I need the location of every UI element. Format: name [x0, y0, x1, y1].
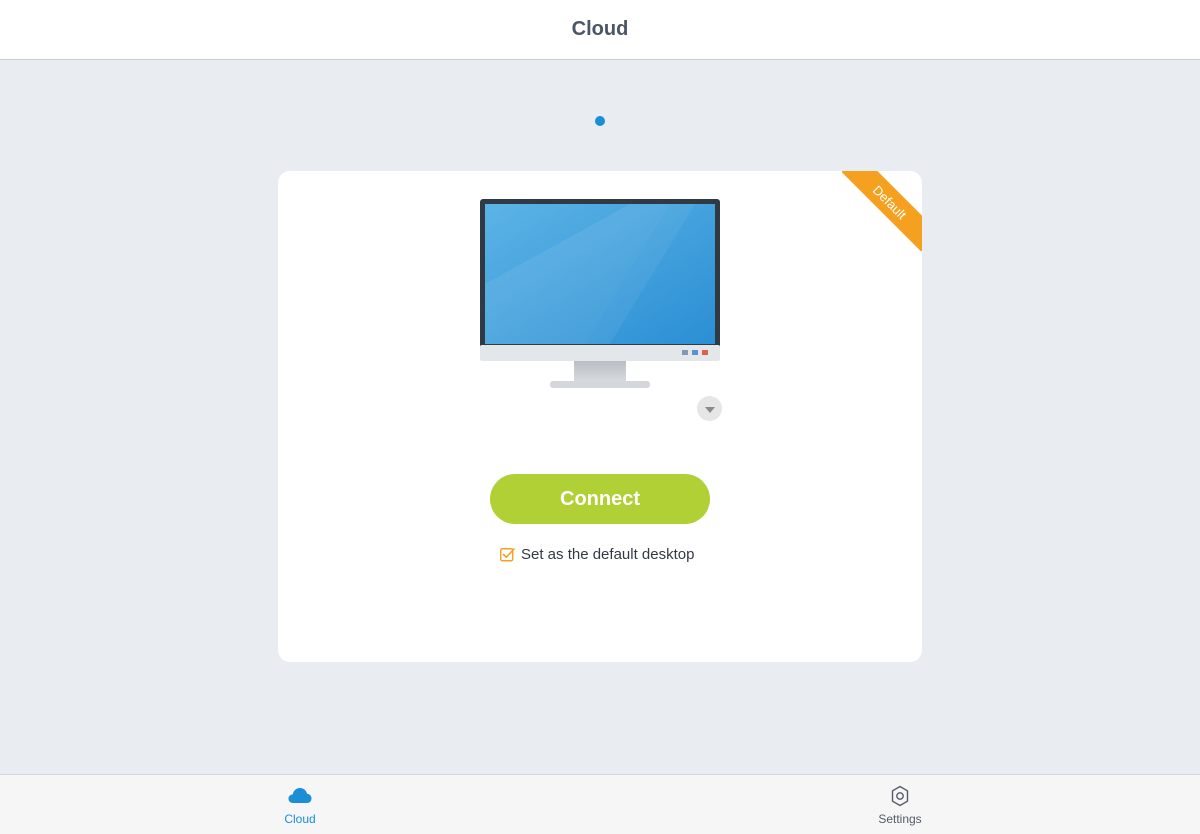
top-bar: Cloud	[0, 0, 1200, 60]
chevron-down-icon	[704, 406, 715, 413]
tab-cloud-label: Cloud	[284, 811, 316, 826]
page-title: Cloud	[571, 18, 629, 40]
desktop-monitor-icon	[480, 199, 720, 388]
tab-cloud[interactable]: Cloud	[0, 775, 600, 834]
desktop-dropdown-button[interactable]	[697, 396, 722, 421]
bottom-tab-bar: Cloud Settings	[0, 774, 1200, 834]
gear-icon	[891, 785, 909, 806]
cloud-icon	[288, 787, 312, 803]
checkbox-checked-icon[interactable]	[500, 547, 515, 562]
page-indicator-dot	[595, 116, 605, 126]
desktop-card: Default Connect Set as the default deskt…	[278, 171, 922, 662]
default-badge: Default	[842, 171, 922, 251]
connect-button[interactable]: Connect	[490, 474, 710, 524]
tab-settings[interactable]: Settings	[600, 775, 1200, 834]
tab-settings-label: Settings	[878, 811, 922, 826]
set-default-label: Set as the default desktop	[521, 546, 695, 563]
default-badge-label: Default	[842, 171, 922, 251]
set-default-checkbox-row[interactable]: Set as the default desktop	[500, 546, 694, 563]
